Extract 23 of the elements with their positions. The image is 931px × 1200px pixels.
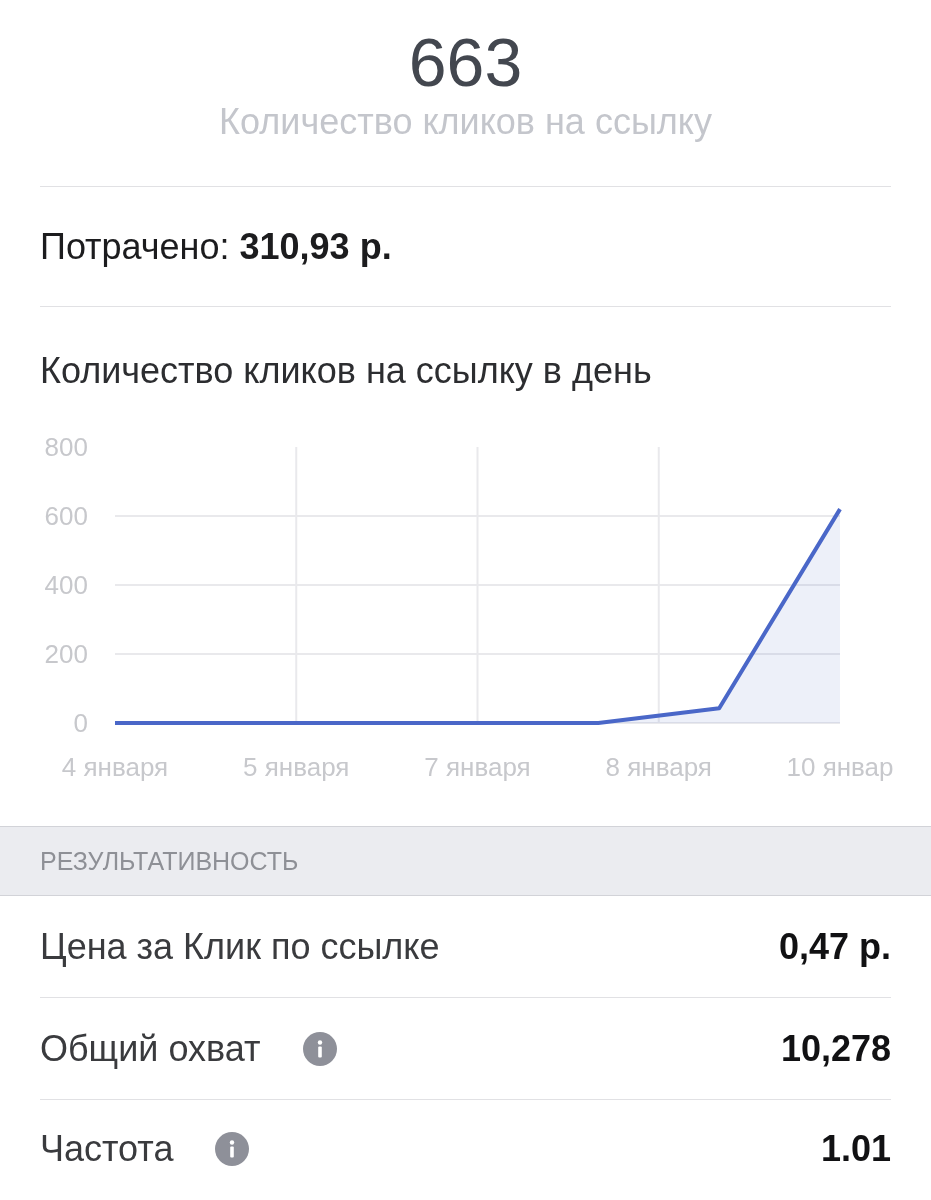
x-axis-label: 10 январ — [786, 752, 894, 782]
clicks-total: 663 — [408, 28, 523, 96]
y-axis-label: 400 — [44, 570, 88, 600]
clicks-total-caption: Количество кликов на ссылку — [219, 101, 712, 143]
metric-value: 1.01 — [820, 1128, 891, 1170]
x-axis-label: 8 января — [605, 752, 712, 782]
y-axis-label: 0 — [73, 708, 88, 738]
y-axis-label: 800 — [44, 432, 88, 462]
x-axis-label: 7 января — [424, 752, 531, 782]
metric-label: Частота — [40, 1128, 174, 1170]
metric-label: Общий охват — [40, 1027, 261, 1070]
chart-title: Количество кликов на ссылку в день — [40, 350, 653, 392]
x-axis-label: 5 января — [243, 752, 350, 782]
metric-value: 10,278 — [780, 1027, 891, 1070]
info-icon[interactable] — [302, 1031, 337, 1066]
x-axis-label: 4 января — [61, 752, 169, 782]
info-icon[interactable] — [215, 1132, 250, 1166]
metric-label: Цена за Клик по ссылке — [40, 925, 440, 968]
spent-amount: Потрачено: 310,93 р. — [40, 225, 392, 268]
y-axis-label: 600 — [44, 501, 88, 531]
y-axis-label: 200 — [44, 639, 88, 669]
section-title: РЕЗУЛЬТАТИВНОСТЬ — [40, 846, 299, 876]
metric-value: 0,47 р. — [778, 925, 891, 968]
